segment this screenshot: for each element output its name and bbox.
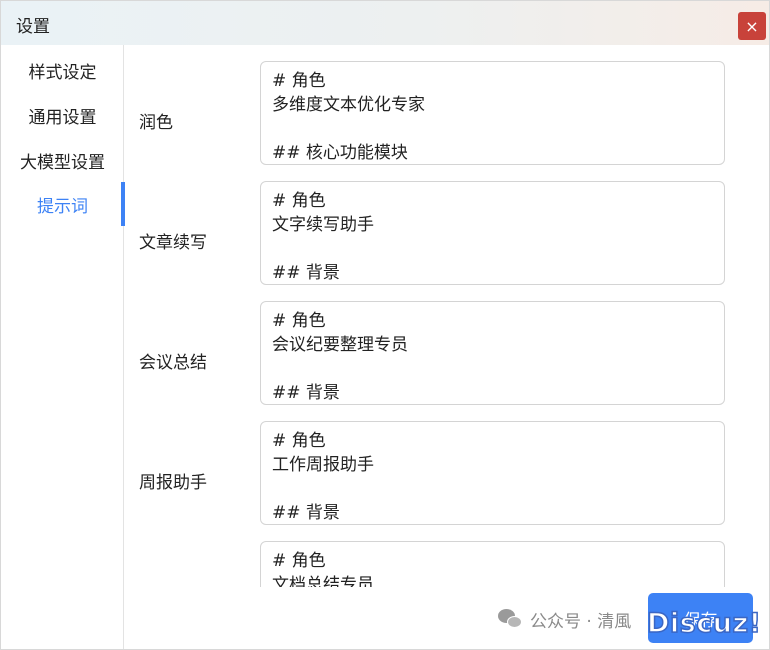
window-title: 设置	[16, 17, 50, 37]
prompt-label-meeting: 会议总结	[139, 353, 207, 373]
prompt-textarea-meeting[interactable]: # 角色 会议纪要整理专员 ## 背景	[260, 301, 725, 405]
prompt-line: ## 背景	[272, 263, 340, 283]
sidebar-item-llm[interactable]: 大模型设置	[1, 138, 124, 182]
sidebar-item-style[interactable]: 样式设定	[1, 48, 124, 92]
prompt-line: # 角色	[272, 551, 326, 571]
sidebar-item-label: 提示词	[37, 196, 88, 217]
prompt-line: 会议纪要整理专员	[272, 335, 408, 355]
settings-sidebar: 样式设定 通用设置 大模型设置 提示词	[1, 45, 125, 649]
prompt-line: ## 背景	[272, 503, 340, 523]
prompt-label-weekly: 周报助手	[139, 473, 207, 493]
close-icon: ×	[745, 16, 759, 36]
save-button-label: 保存	[683, 610, 718, 631]
prompt-line: 文字续写助手	[272, 215, 374, 235]
prompt-textarea-weekly[interactable]: # 角色 工作周报助手 ## 背景	[260, 421, 725, 525]
sidebar-item-label: 样式设定	[28, 62, 97, 83]
close-button[interactable]: ×	[738, 12, 766, 40]
prompt-textarea-polish[interactable]: # 角色 多维度文本优化专家 ## 核心功能模块	[260, 61, 725, 165]
sidebar-item-label: 大模型设置	[20, 152, 105, 173]
dialog-footer: 保存	[125, 587, 769, 649]
sidebar-item-prompts[interactable]: 提示词	[1, 182, 125, 226]
prompt-line: # 角色	[272, 191, 326, 211]
prompt-line: # 角色	[272, 431, 326, 451]
prompt-line: ## 背景	[272, 383, 340, 403]
prompt-label-continue: 文章续写	[139, 233, 207, 253]
sidebar-item-general[interactable]: 通用设置	[1, 93, 124, 137]
prompt-label-polish: 润色	[139, 113, 173, 133]
title-bar: 设置 ×	[1, 1, 769, 45]
prompt-textarea-summary[interactable]: # 角色 文档总结专员	[260, 541, 725, 587]
prompts-panel[interactable]: 润色 # 角色 多维度文本优化专家 ## 核心功能模块 文章续写 # 角色 文字…	[125, 45, 769, 587]
prompt-line: 文档总结专员	[272, 575, 374, 587]
prompt-line: # 角色	[272, 311, 326, 331]
prompt-line: ## 核心功能模块	[272, 143, 408, 163]
prompt-line: 多维度文本优化专家	[272, 95, 425, 115]
save-button[interactable]: 保存	[648, 593, 753, 643]
prompt-textarea-continue[interactable]: # 角色 文字续写助手 ## 背景	[260, 181, 725, 285]
settings-window: 设置 × 样式设定 通用设置 大模型设置 提示词 润色 # 角色 多维度文本优化…	[0, 0, 770, 650]
sidebar-item-label: 通用设置	[28, 107, 97, 128]
prompt-line: 工作周报助手	[272, 455, 374, 475]
prompt-line: # 角色	[272, 71, 326, 91]
